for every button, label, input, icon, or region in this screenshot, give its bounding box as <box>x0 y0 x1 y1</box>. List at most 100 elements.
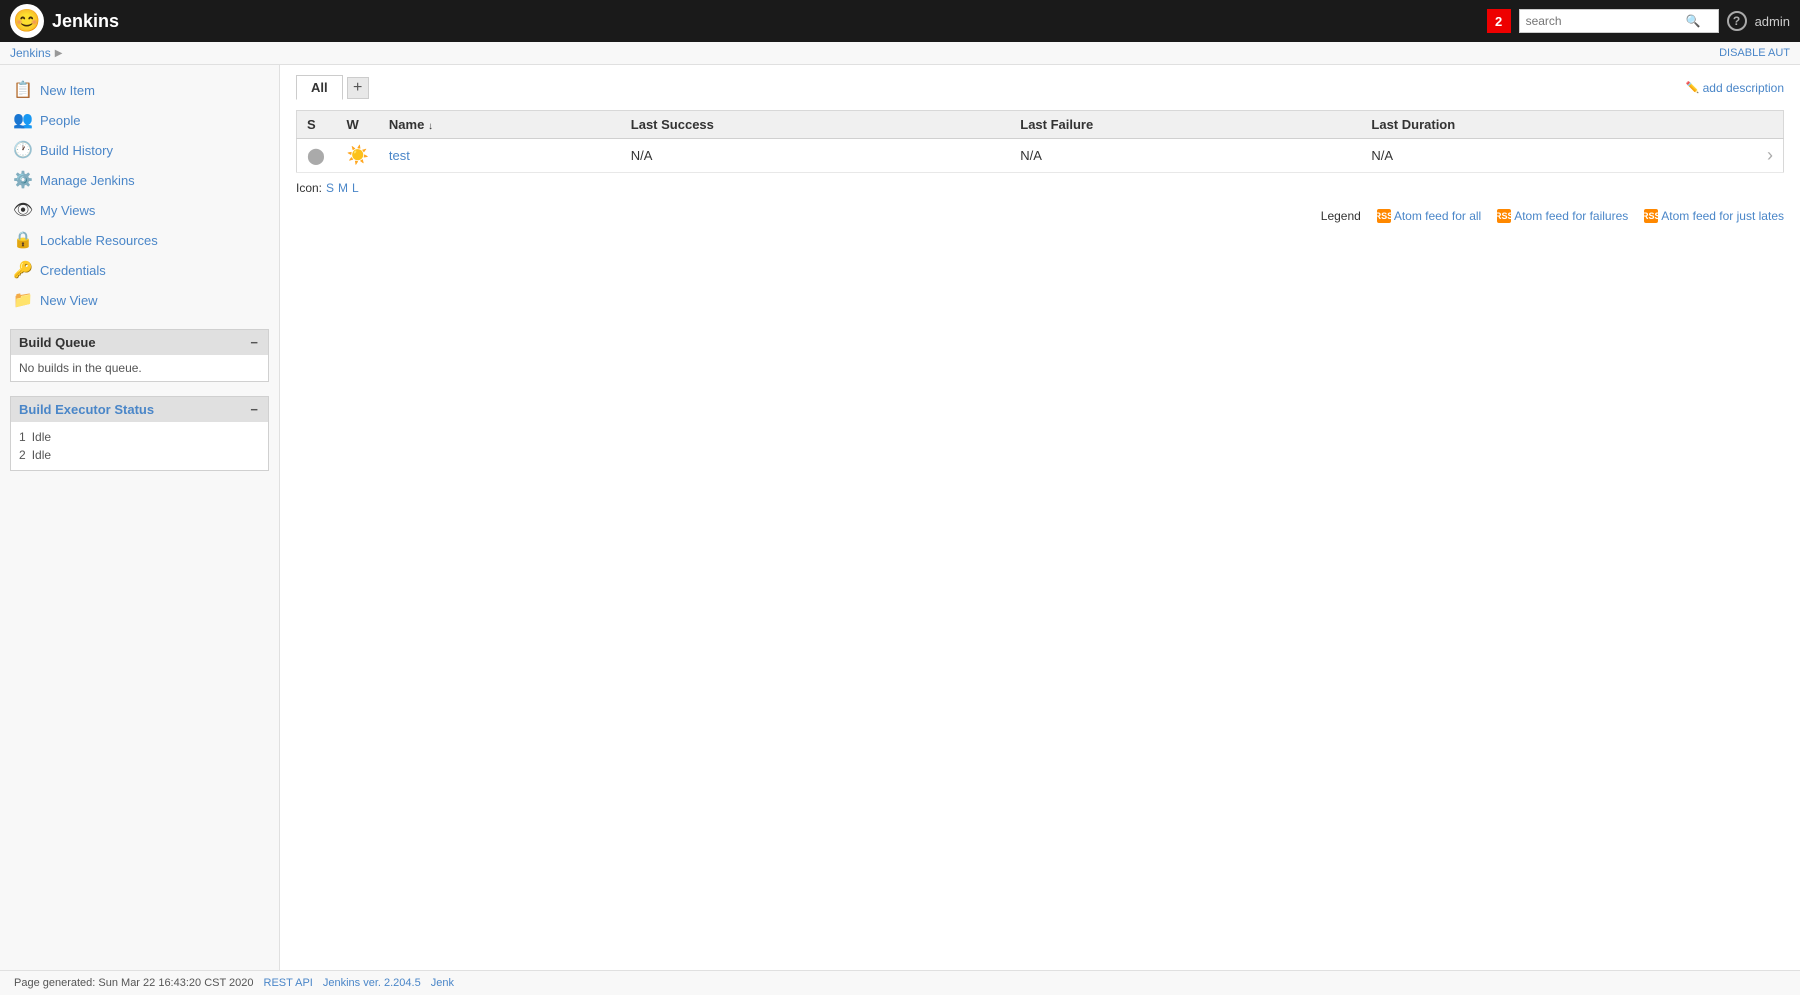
lockable-resources-label: Lockable Resources <box>40 233 158 248</box>
breadcrumb: Jenkins ▶ DISABLE AUT <box>0 42 1800 65</box>
executor-row-2: 2 Idle <box>19 446 260 464</box>
new-view-label: New View <box>40 293 98 308</box>
build-queue-empty-text: No builds in the queue. <box>19 361 142 375</box>
col-name[interactable]: Name ↓ <box>379 111 621 139</box>
jenkins-title: Jenkins <box>52 11 119 32</box>
cell-last-success-0: N/A <box>621 139 1010 173</box>
sidebar-item-new-item[interactable]: 📋 New Item <box>0 75 279 105</box>
atom-feed-latest-icon: RSS <box>1644 209 1658 223</box>
breadcrumb-arrow: ▶ <box>55 48 63 59</box>
header: 😊 Jenkins 2 🔍 ? admin <box>0 0 1800 42</box>
sidebar-item-lockable-resources[interactable]: 🔒 Lockable Resources <box>0 225 279 255</box>
icon-size-row: Icon: S M L <box>296 181 1784 195</box>
search-icon: 🔍 <box>1686 14 1701 28</box>
col-last-success: Last Success <box>621 111 1010 139</box>
sidebar-item-my-views[interactable]: 👁 My Views <box>0 195 279 225</box>
jenkins-logo-circle: 😊 <box>10 4 44 38</box>
atom-feed-all-icon: RSS <box>1377 209 1391 223</box>
search-input[interactable] <box>1526 14 1686 28</box>
content-area: All + ✏️ add description S W Name ↓ Last… <box>280 65 1800 980</box>
add-description-label: add description <box>1703 81 1784 95</box>
sidebar: 📋 New Item 👥 People 🕐 Build History ⚙️ M… <box>0 65 280 980</box>
atom-feed-failures-link[interactable]: RSS Atom feed for failures <box>1497 209 1628 223</box>
notification-badge[interactable]: 2 <box>1487 9 1511 33</box>
jobs-tbody: ⬤ ☀️ test N/A N/A N/A › <box>297 139 1784 173</box>
col-w: W <box>337 111 379 139</box>
atom-feed-all-link[interactable]: RSS Atom feed for all <box>1377 209 1481 223</box>
disable-autrefresh-link[interactable]: DISABLE AUT <box>1719 47 1790 59</box>
build-queue-body: No builds in the queue. <box>11 355 268 381</box>
help-button[interactable]: ? <box>1727 11 1747 31</box>
atom-feed-all-label: Atom feed for all <box>1394 209 1481 223</box>
build-queue-header: Build Queue − <box>11 330 268 355</box>
build-queue-collapse[interactable]: − <box>248 335 260 350</box>
cell-last-failure-0: N/A <box>1010 139 1361 173</box>
sidebar-item-new-view[interactable]: 📁 New View <box>0 285 279 315</box>
cell-w-0: ☀️ <box>337 139 379 173</box>
icon-size-m[interactable]: M <box>338 181 348 195</box>
build-executor-section: Build Executor Status − 1 Idle 2 Idle <box>10 396 269 471</box>
tabs-bar: All + ✏️ add description <box>296 75 1784 100</box>
tab-add-button[interactable]: + <box>347 77 369 99</box>
edit-icon: ✏️ <box>1686 81 1700 94</box>
jenkins-footer-link[interactable]: Jenk <box>431 977 454 989</box>
table-row: ⬤ ☀️ test N/A N/A N/A › <box>297 139 1784 173</box>
feeds-row: Legend RSS Atom feed for all RSS Atom fe… <box>296 209 1784 223</box>
lockable-resources-icon: 🔒 <box>14 231 32 249</box>
sidebar-item-manage-jenkins[interactable]: ⚙️ Manage Jenkins <box>0 165 279 195</box>
build-queue-section: Build Queue − No builds in the queue. <box>10 329 269 382</box>
executor-number-2: 2 <box>19 448 26 462</box>
credentials-icon: 🔑 <box>14 261 32 279</box>
admin-link[interactable]: admin <box>1755 14 1790 29</box>
jenkins-logo[interactable]: 😊 Jenkins <box>10 4 119 38</box>
jenkins-version-link[interactable]: Jenkins ver. 2.204.5 <box>323 977 421 989</box>
rest-api-link[interactable]: REST API <box>264 977 313 989</box>
col-s: S <box>297 111 337 139</box>
col-last-failure: Last Failure <box>1010 111 1361 139</box>
jenkins-face-icon: 😊 <box>13 8 40 34</box>
w-status-icon-0: ☀️ <box>347 145 369 165</box>
manage-jenkins-icon: ⚙️ <box>14 171 32 189</box>
sort-arrow-name: ↓ <box>428 121 433 132</box>
sidebar-item-people[interactable]: 👥 People <box>0 105 279 135</box>
add-description-link[interactable]: ✏️ add description <box>1686 81 1784 95</box>
cell-actions-0: › <box>1754 139 1784 173</box>
main-layout: 📋 New Item 👥 People 🕐 Build History ⚙️ M… <box>0 65 1800 980</box>
breadcrumb-root[interactable]: Jenkins <box>10 46 51 60</box>
page-generated-text: Page generated: Sun Mar 22 16:43:20 CST … <box>14 977 254 989</box>
atom-feed-latest-label: Atom feed for just lates <box>1661 209 1784 223</box>
atom-feed-failures-label: Atom feed for failures <box>1514 209 1628 223</box>
icon-size-l[interactable]: L <box>352 181 359 195</box>
sidebar-nav: 📋 New Item 👥 People 🕐 Build History ⚙️ M… <box>0 75 279 315</box>
new-item-icon: 📋 <box>14 81 32 99</box>
people-label: People <box>40 113 80 128</box>
new-view-icon: 📁 <box>14 291 32 309</box>
cell-name-0: test <box>379 139 621 173</box>
legend-link[interactable]: Legend <box>1321 209 1361 223</box>
build-queue-title: Build Queue <box>19 335 96 350</box>
tab-all[interactable]: All <box>296 75 343 100</box>
job-link-0[interactable]: test <box>389 148 410 163</box>
cell-s-0: ⬤ <box>297 139 337 173</box>
build-executor-collapse[interactable]: − <box>248 402 260 417</box>
executor-row-1: 1 Idle <box>19 428 260 446</box>
executor-number-1: 1 <box>19 430 26 444</box>
build-executor-body: 1 Idle 2 Idle <box>11 422 268 470</box>
icon-size-s[interactable]: S <box>326 181 334 195</box>
search-box-container: 🔍 <box>1519 9 1719 33</box>
jobs-table: S W Name ↓ Last Success Last Failure Las… <box>296 110 1784 173</box>
manage-jenkins-label: Manage Jenkins <box>40 173 135 188</box>
build-executor-title[interactable]: Build Executor Status <box>19 402 154 417</box>
build-history-label: Build History <box>40 143 113 158</box>
my-views-label: My Views <box>40 203 95 218</box>
col-actions <box>1754 111 1784 139</box>
col-last-duration: Last Duration <box>1361 111 1753 139</box>
atom-feed-latest-link[interactable]: RSS Atom feed for just lates <box>1644 209 1784 223</box>
executor-status-1: Idle <box>32 430 51 444</box>
sidebar-item-credentials[interactable]: 🔑 Credentials <box>0 255 279 285</box>
build-history-icon: 🕐 <box>14 141 32 159</box>
atom-feed-failures-icon: RSS <box>1497 209 1511 223</box>
sidebar-item-build-history[interactable]: 🕐 Build History <box>0 135 279 165</box>
my-views-icon: 👁 <box>14 201 32 219</box>
page-footer: Page generated: Sun Mar 22 16:43:20 CST … <box>0 970 1800 995</box>
